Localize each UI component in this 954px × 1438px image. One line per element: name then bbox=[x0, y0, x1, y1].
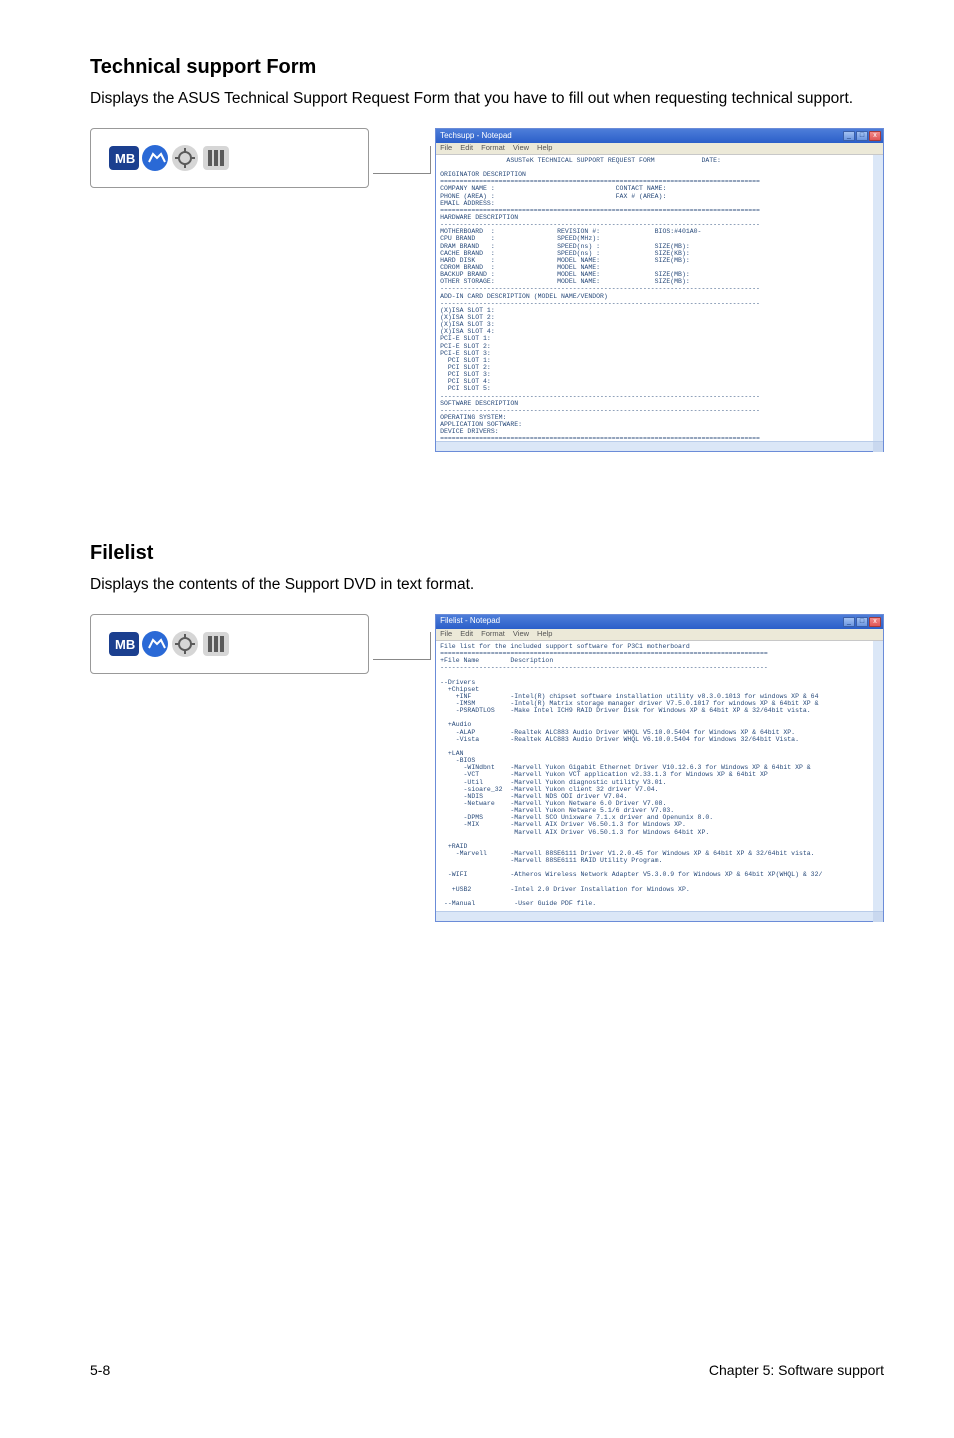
tech-blurb: Displays the ASUS Technical Support Requ… bbox=[90, 89, 884, 110]
mb-logo-icon: MB bbox=[109, 626, 249, 662]
notepad1-title: Techsupp - Notepad bbox=[440, 132, 512, 141]
menu-format[interactable]: Format bbox=[481, 630, 505, 638]
connector-line-2 bbox=[373, 632, 432, 660]
close-button[interactable]: x bbox=[869, 131, 881, 141]
menu-file[interactable]: File bbox=[440, 144, 452, 152]
h-scrollbar[interactable] bbox=[436, 911, 883, 921]
page-footer: 5-8 Chapter 5: Software support bbox=[90, 1362, 884, 1378]
minimize-button[interactable]: _ bbox=[843, 131, 855, 141]
notepad1-menubar: File Edit Format View Help bbox=[436, 143, 883, 155]
tech-title: Technical support Form bbox=[90, 56, 884, 79]
h-scrollbar[interactable] bbox=[436, 441, 883, 451]
svg-text:MB: MB bbox=[115, 151, 135, 166]
filelist-blurb: Displays the contents of the Support DVD… bbox=[90, 575, 884, 596]
maximize-button[interactable]: □ bbox=[856, 131, 868, 141]
notepad2-titlebar: Filelist - Notepad _ □ x bbox=[436, 615, 883, 629]
menu-edit[interactable]: Edit bbox=[460, 144, 473, 152]
notepad1-body[interactable]: ASUSTeK TECHNICAL SUPPORT REQUEST FORM D… bbox=[436, 155, 883, 441]
menu-help[interactable]: Help bbox=[537, 630, 552, 638]
chapter-label: Chapter 5: Software support bbox=[709, 1362, 884, 1378]
notepad2-title: Filelist - Notepad bbox=[440, 617, 500, 626]
techsupp-notepad: Techsupp - Notepad _ □ x File Edit Forma… bbox=[435, 128, 884, 452]
filelist-screenshot-row: MB Filelist - Notepad _ □ x File Edit Fo… bbox=[90, 614, 884, 922]
filelist-notepad: Filelist - Notepad _ □ x File Edit Forma… bbox=[435, 614, 884, 922]
menu-help[interactable]: Help bbox=[537, 144, 552, 152]
close-button[interactable]: x bbox=[869, 617, 881, 627]
left-nav-preview-2: MB bbox=[90, 614, 369, 674]
notepad2-menubar: File Edit Format View Help bbox=[436, 629, 883, 641]
menu-view[interactable]: View bbox=[513, 630, 529, 638]
page-number: 5-8 bbox=[90, 1362, 110, 1378]
mb-logo-icon: MB bbox=[109, 140, 249, 176]
notepad2-body[interactable]: File list for the included support softw… bbox=[436, 641, 883, 911]
menu-view[interactable]: View bbox=[513, 144, 529, 152]
left-nav-preview: MB bbox=[90, 128, 369, 188]
menu-edit[interactable]: Edit bbox=[460, 630, 473, 638]
notepad1-titlebar: Techsupp - Notepad _ □ x bbox=[436, 129, 883, 143]
connector-line bbox=[373, 146, 432, 174]
maximize-button[interactable]: □ bbox=[856, 617, 868, 627]
minimize-button[interactable]: _ bbox=[843, 617, 855, 627]
tech-screenshot-row: MB Techsupp - Notepad _ □ x File Edit Fo… bbox=[90, 128, 884, 452]
filelist-title: Filelist bbox=[90, 542, 884, 565]
svg-text:MB: MB bbox=[115, 637, 135, 652]
menu-file[interactable]: File bbox=[440, 630, 452, 638]
menu-format[interactable]: Format bbox=[481, 144, 505, 152]
